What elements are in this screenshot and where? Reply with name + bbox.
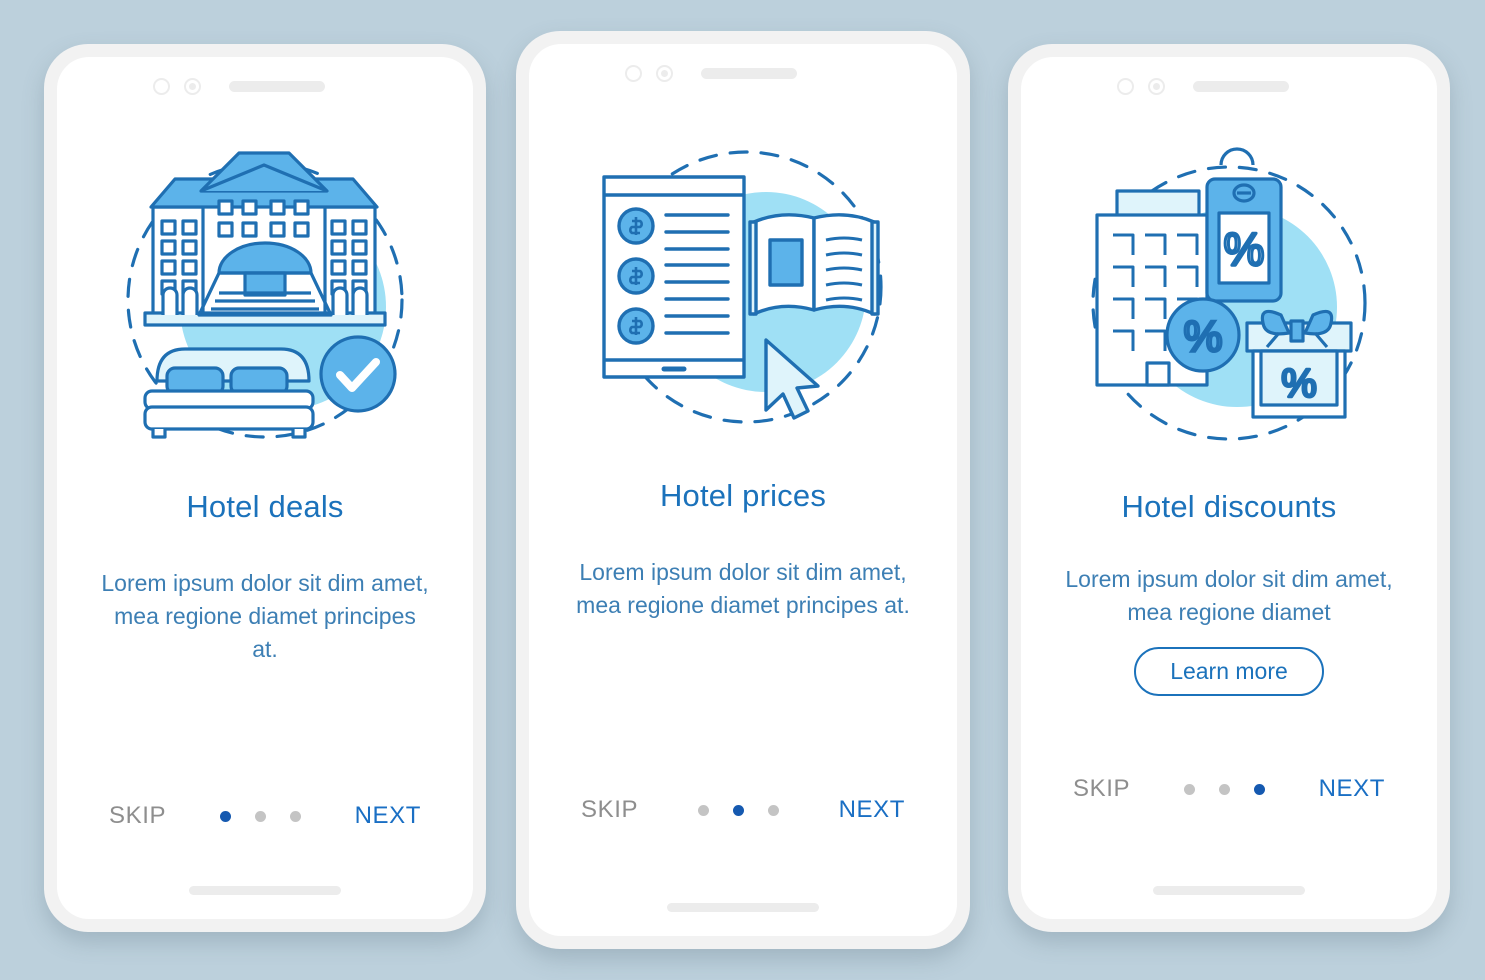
home-indicator-bar	[1153, 886, 1305, 895]
home-indicator-bar	[667, 903, 819, 912]
camera-sensor-icon	[153, 77, 170, 95]
screen-hotel-discounts: % % % Hotel discounts Lorem ipsum dolor …	[1021, 57, 1437, 919]
svg-text:%: %	[1224, 223, 1265, 275]
page-description: Lorem ipsum dolor sit dim amet, mea regi…	[576, 559, 910, 618]
page-dot-3[interactable]	[767, 804, 779, 816]
page-dot-2[interactable]	[1218, 783, 1230, 795]
building-tag-gift-percent-illustration: % % %	[1091, 147, 1367, 441]
illustration-building-tag-gift: % % %	[1021, 135, 1437, 465]
camera-sensor-icon	[625, 64, 642, 82]
earpiece-speaker-icon	[1193, 80, 1289, 92]
tablet-book-cursor-illustration	[602, 150, 883, 424]
page-indicator-dots	[1183, 783, 1265, 795]
home-indicator-bar	[189, 886, 341, 895]
skip-button[interactable]: SKIP	[109, 802, 166, 830]
svg-text:%: %	[1183, 312, 1222, 361]
skip-button[interactable]: SKIP	[581, 796, 638, 824]
page-dot-1[interactable]	[1183, 783, 1195, 795]
page-dot-3[interactable]	[289, 810, 301, 822]
skip-button[interactable]: SKIP	[1073, 775, 1130, 803]
status-bar	[1021, 57, 1437, 115]
page-dot-1[interactable]	[697, 804, 709, 816]
page-title: Hotel discounts	[1121, 489, 1337, 524]
page-indicator-dots	[697, 804, 779, 816]
phone-mockup-hotel-discounts: % % % Hotel discounts Lorem ipsum dolor …	[1008, 44, 1450, 932]
next-button[interactable]: NEXT	[1319, 775, 1385, 803]
status-bar	[57, 57, 473, 115]
page-dot-2[interactable]	[254, 810, 266, 822]
screen-hotel-prices: Hotel prices Lorem ipsum dolor sit dim a…	[529, 44, 957, 936]
page-description: Lorem ipsum dolor sit dim amet, mea regi…	[101, 570, 429, 662]
page-indicator-dots	[219, 810, 301, 822]
next-button[interactable]: NEXT	[355, 802, 421, 830]
page-title: Hotel deals	[186, 489, 344, 524]
earpiece-speaker-icon	[229, 80, 325, 92]
front-camera-icon	[184, 77, 201, 95]
status-bar	[529, 44, 957, 102]
next-button[interactable]: NEXT	[839, 796, 905, 824]
onboarding-screens-stage: Hotel deals Lorem ipsum dolor sit dim am…	[0, 0, 1485, 980]
front-camera-icon	[656, 64, 673, 82]
earpiece-speaker-icon	[701, 67, 797, 79]
page-title: Hotel prices	[659, 478, 827, 513]
learn-more-button[interactable]: Learn more	[1134, 647, 1324, 696]
camera-sensor-icon	[1117, 77, 1134, 95]
hotel-bed-check-illustration	[126, 151, 404, 439]
onboarding-footer: SKIP NEXT	[57, 802, 473, 830]
illustration-tablet-book-cursor	[529, 122, 957, 452]
page-dot-3[interactable]	[1253, 783, 1265, 795]
illustration-hotel-bed-check	[57, 135, 473, 465]
onboarding-footer: SKIP NEXT	[529, 796, 957, 824]
page-dot-1[interactable]	[219, 810, 231, 822]
onboarding-footer: SKIP NEXT	[1021, 775, 1437, 803]
phone-mockup-hotel-prices: Hotel prices Lorem ipsum dolor sit dim a…	[516, 31, 970, 949]
page-description: Lorem ipsum dolor sit dim amet, mea regi…	[1065, 566, 1393, 625]
screen-hotel-deals: Hotel deals Lorem ipsum dolor sit dim am…	[57, 57, 473, 919]
front-camera-icon	[1148, 77, 1165, 95]
phone-mockup-hotel-deals: Hotel deals Lorem ipsum dolor sit dim am…	[44, 44, 486, 932]
page-dot-2[interactable]	[732, 804, 744, 816]
svg-text:%: %	[1281, 362, 1317, 406]
